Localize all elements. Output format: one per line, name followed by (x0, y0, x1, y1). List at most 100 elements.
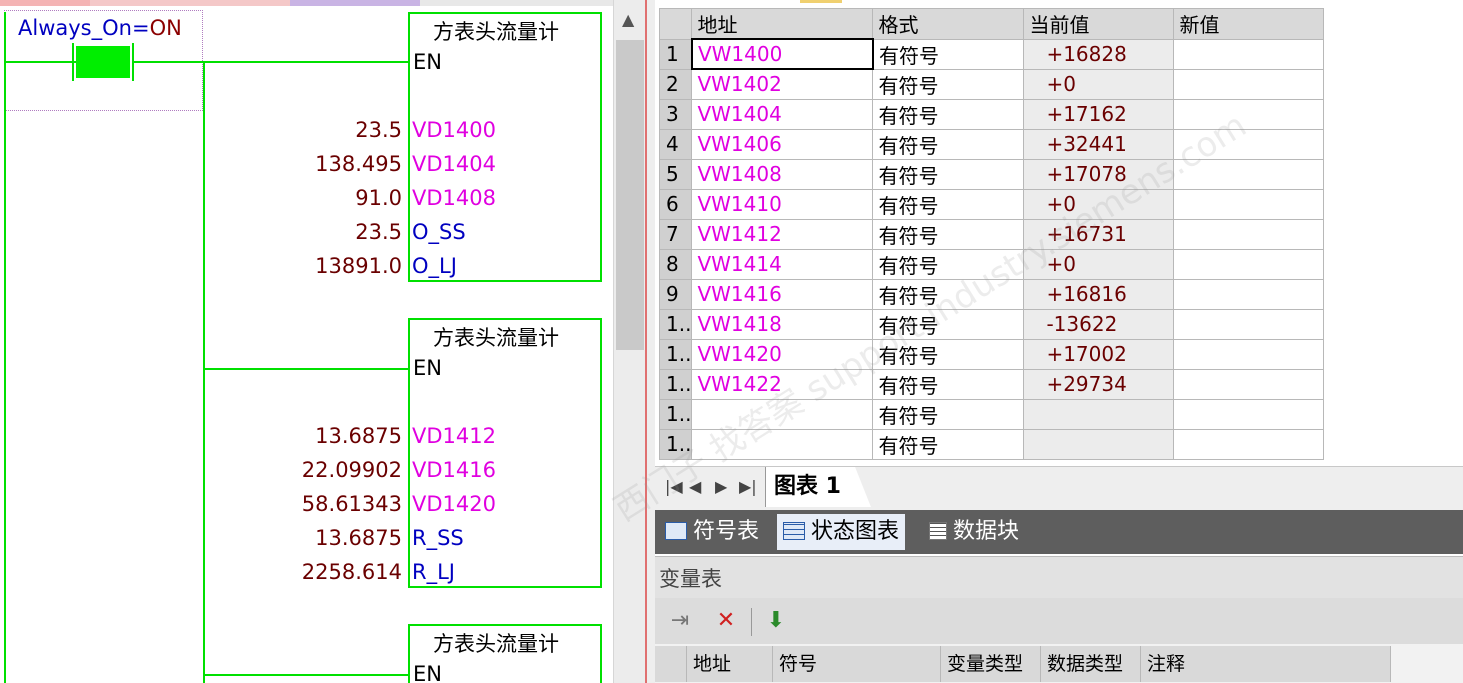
next-icon[interactable]: ▶ (715, 477, 727, 496)
header-current[interactable]: 当前值 (1023, 8, 1175, 40)
cell-new-value[interactable] (1173, 308, 1325, 340)
pin-operand[interactable]: O_LJ (412, 254, 457, 278)
cell-new-value[interactable] (1173, 218, 1325, 250)
cell-new-value[interactable] (1173, 158, 1325, 190)
cell-address[interactable]: VW1406 (691, 128, 874, 160)
cell-address[interactable]: VW1416 (691, 278, 874, 310)
cell-address[interactable]: VW1418 (691, 308, 874, 340)
pin-operand[interactable]: R_SS (412, 526, 464, 550)
cell-address[interactable] (691, 398, 874, 430)
cell-format[interactable]: 有符号 (872, 98, 1025, 130)
var-header-address[interactable]: 地址 (687, 646, 773, 682)
cell-format[interactable]: 有符号 (872, 398, 1025, 430)
ladder-editor[interactable]: Always_On=ON 方表头流量计 EN 23.5 VD1400 138.4… (0, 0, 613, 683)
cell-format[interactable]: 有符号 (872, 308, 1025, 340)
prev-icon[interactable]: ◀ (689, 477, 701, 496)
var-header-comment[interactable]: 注释 (1141, 646, 1391, 682)
delete-row-icon[interactable]: ✕ (711, 606, 741, 636)
cell-current-value[interactable]: +0 (1023, 248, 1175, 280)
cell-current-value[interactable]: +17162 (1023, 98, 1175, 130)
table-row[interactable]: 1.. VW1422 有符号 +29734 (658, 368, 1325, 400)
cell-format[interactable]: 有符号 (872, 68, 1025, 100)
table-row[interactable]: 1.. 有符号 (658, 398, 1325, 430)
cell-new-value[interactable] (1173, 368, 1325, 400)
table-row[interactable]: 8 VW1414 有符号 +0 (658, 248, 1325, 280)
status-chart-table[interactable]: 地址 格式 当前值 新值 1 VW1400 有符号 +16828 2 VW1402 有符号 +… (658, 8, 1325, 460)
table-row[interactable]: 1.. 有符号 (658, 428, 1325, 460)
cell-new-value[interactable] (1173, 68, 1325, 100)
cell-new-value[interactable] (1173, 98, 1325, 130)
cell-current-value[interactable]: +16731 (1023, 218, 1175, 250)
pin-operand[interactable]: VD1404 (412, 152, 496, 176)
pin-operand[interactable]: VD1412 (412, 424, 496, 448)
cell-address[interactable]: VW1410 (691, 188, 874, 220)
cell-current-value[interactable]: +16816 (1023, 278, 1175, 310)
cell-current-value[interactable]: +16828 (1023, 38, 1175, 70)
cell-address[interactable]: VW1400 (690, 38, 874, 70)
table-row[interactable]: 4 VW1406 有符号 +32441 (658, 128, 1325, 160)
cell-new-value[interactable] (1173, 38, 1325, 70)
cell-current-value[interactable]: +32441 (1023, 128, 1175, 160)
cell-format[interactable]: 有符号 (872, 338, 1025, 370)
cell-address[interactable]: VW1414 (691, 248, 874, 280)
var-header-symbol[interactable]: 符号 (773, 646, 941, 682)
insert-row-icon[interactable]: ⇥ (665, 606, 695, 636)
cell-current-value[interactable]: -13622 (1023, 308, 1175, 340)
cell-address[interactable]: VW1408 (691, 158, 874, 190)
table-row[interactable]: 3 VW1404 有符号 +17162 (658, 98, 1325, 130)
header-new[interactable]: 新值 (1173, 8, 1325, 40)
header-address[interactable]: 地址 (691, 8, 874, 40)
cell-new-value[interactable] (1173, 248, 1325, 280)
cell-address[interactable]: VW1420 (691, 338, 874, 370)
table-row[interactable]: 1.. VW1418 有符号 -13622 (658, 308, 1325, 340)
table-row[interactable]: 9 VW1416 有符号 +16816 (658, 278, 1325, 310)
cell-format[interactable]: 有符号 (872, 428, 1025, 460)
pin-operand[interactable]: R_LJ (412, 560, 455, 584)
cell-new-value[interactable] (1173, 338, 1325, 370)
cell-current-value[interactable]: +17078 (1023, 158, 1175, 190)
cell-format[interactable]: 有符号 (872, 158, 1025, 190)
sheet-tab[interactable]: 图表 1 (765, 467, 871, 507)
download-icon[interactable]: ⬇ (761, 606, 791, 636)
cell-address[interactable]: VW1404 (691, 98, 874, 130)
scroll-thumb[interactable] (616, 40, 644, 350)
cell-format[interactable]: 有符号 (872, 248, 1025, 280)
tab-data-block[interactable]: 数据块 (923, 514, 1025, 550)
header-format[interactable]: 格式 (872, 8, 1025, 40)
last-icon[interactable]: ▶| (739, 477, 757, 496)
cell-format[interactable]: 有符号 (872, 128, 1025, 160)
cell-current-value[interactable]: +29734 (1023, 368, 1175, 400)
pin-operand[interactable]: VD1400 (412, 118, 496, 142)
contact-symbol[interactable] (76, 46, 130, 78)
ladder-scrollbar[interactable]: ▲ (613, 0, 646, 683)
cell-new-value[interactable] (1173, 128, 1325, 160)
cell-format[interactable]: 有符号 (872, 278, 1025, 310)
pin-operand[interactable]: VD1408 (412, 186, 496, 210)
table-row[interactable]: 1.. VW1420 有符号 +17002 (658, 338, 1325, 370)
tab-symbol-table[interactable]: 符号表 (659, 514, 765, 550)
cell-address[interactable]: VW1422 (691, 368, 874, 400)
cell-address[interactable]: VW1412 (691, 218, 874, 250)
cell-address[interactable] (691, 428, 874, 460)
table-row[interactable]: 1 VW1400 有符号 +16828 (658, 38, 1325, 70)
cell-new-value[interactable] (1173, 428, 1325, 460)
pin-operand[interactable]: O_SS (412, 220, 466, 244)
pin-operand[interactable]: VD1416 (412, 458, 496, 482)
pin-operand[interactable]: VD1420 (412, 492, 496, 516)
cell-current-value[interactable]: +17002 (1023, 338, 1175, 370)
tab-status-chart[interactable]: 状态图表 (777, 514, 906, 550)
table-row[interactable]: 7 VW1412 有符号 +16731 (658, 218, 1325, 250)
cell-current-value[interactable]: +0 (1023, 188, 1175, 220)
cell-current-value[interactable] (1023, 398, 1175, 430)
table-row[interactable]: 5 VW1408 有符号 +17078 (658, 158, 1325, 190)
cell-current-value[interactable] (1023, 428, 1175, 460)
cell-new-value[interactable] (1173, 188, 1325, 220)
cell-format[interactable]: 有符号 (872, 218, 1025, 250)
var-header-var-type[interactable]: 变量类型 (941, 646, 1041, 682)
cell-address[interactable]: VW1402 (691, 68, 874, 100)
pane-splitter[interactable] (645, 0, 655, 683)
scroll-up-icon[interactable]: ▲ (622, 10, 634, 29)
var-header-data-type[interactable]: 数据类型 (1041, 646, 1141, 682)
cell-format[interactable]: 有符号 (872, 188, 1025, 220)
first-icon[interactable]: |◀ (665, 477, 683, 496)
